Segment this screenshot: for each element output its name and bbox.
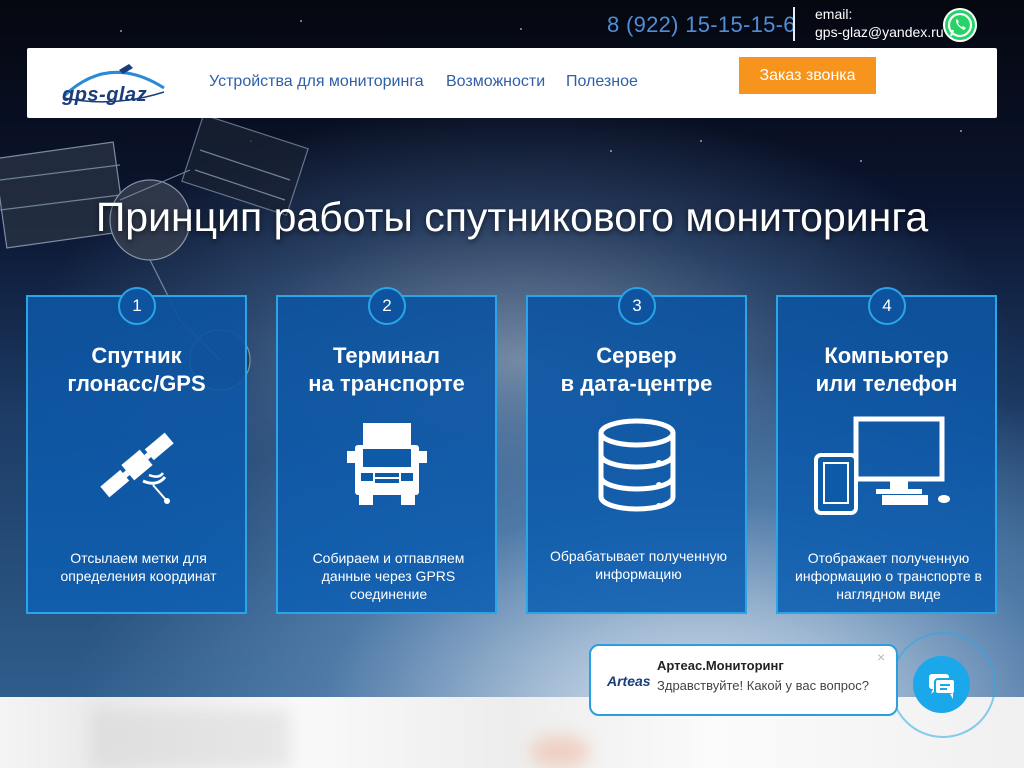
next-section-image — [90, 710, 290, 768]
nav-link-useful[interactable]: Полезное — [566, 73, 638, 91]
satellite-icon — [99, 432, 174, 504]
step-title: Терминал на транспорте — [308, 343, 465, 396]
chat-close-icon[interactable]: × — [877, 649, 885, 665]
chat-message: Здравствуйте! Какой у вас вопрос? — [657, 678, 869, 693]
navbar: gps-glaz Устройства для мониторинга Возм… — [27, 48, 997, 118]
next-section-image-accent — [530, 735, 590, 768]
database-icon — [598, 418, 675, 512]
step-title: Компьютер или телефон — [815, 343, 958, 396]
step-title: Сервер в дата-центре — [560, 343, 713, 396]
devices-icon — [813, 416, 950, 515]
truck-icon — [346, 423, 427, 505]
step-number: 3 — [618, 287, 656, 325]
step-card-devices: 4 Компьютер или телефон Отображает получ… — [776, 287, 997, 614]
page-title: Принцип работы спутникового мониторинга — [95, 194, 929, 240]
step-number: 4 — [868, 287, 906, 325]
step-title: Спутник глонасс/GPS — [67, 343, 206, 396]
phone-number[interactable]: 8 (922) 15-15-15-6 — [607, 12, 796, 38]
callback-button[interactable]: Заказ звонка — [739, 57, 876, 94]
chat-logo: Arteas — [607, 673, 651, 689]
step-card-satellite: 1 Спутник глонасс/GPS Отсылаем метки для… — [26, 287, 247, 614]
step-number: 2 — [368, 287, 406, 325]
topbar-divider — [793, 7, 795, 41]
step-description: Собираем и отпавляем данные через GPRS с… — [312, 550, 465, 602]
step-description: Обрабатывает полученную информацию — [549, 548, 728, 582]
email-label: email: — [815, 6, 853, 22]
step-number: 1 — [118, 287, 156, 325]
step-card-server: 3 Сервер в дата-центре Обрабатывает полу… — [526, 287, 747, 614]
chat-popup[interactable]: Arteas Артеас.Мониторинг Здравствуйте! К… — [589, 644, 898, 716]
step-card-terminal: 2 Терминал на транспорте Собираем и отпа… — [276, 287, 497, 614]
nav-link-devices[interactable]: Устройства для мониторинга — [209, 73, 424, 91]
chat-bubble-icon — [929, 674, 956, 699]
step-description: Отображает полученную информацию о транс… — [795, 550, 982, 602]
email-link[interactable]: gps-glaz@yandex.ru — [815, 24, 944, 40]
whatsapp-icon[interactable] — [943, 8, 977, 42]
chat-open-button[interactable] — [913, 656, 970, 713]
step-description: Отсылаем метки для определения координат — [60, 550, 217, 584]
logo-text: gps-glaz — [62, 84, 148, 106]
nav-link-features[interactable]: Возможности — [446, 73, 545, 91]
chat-title: Артеас.Мониторинг — [657, 658, 784, 673]
